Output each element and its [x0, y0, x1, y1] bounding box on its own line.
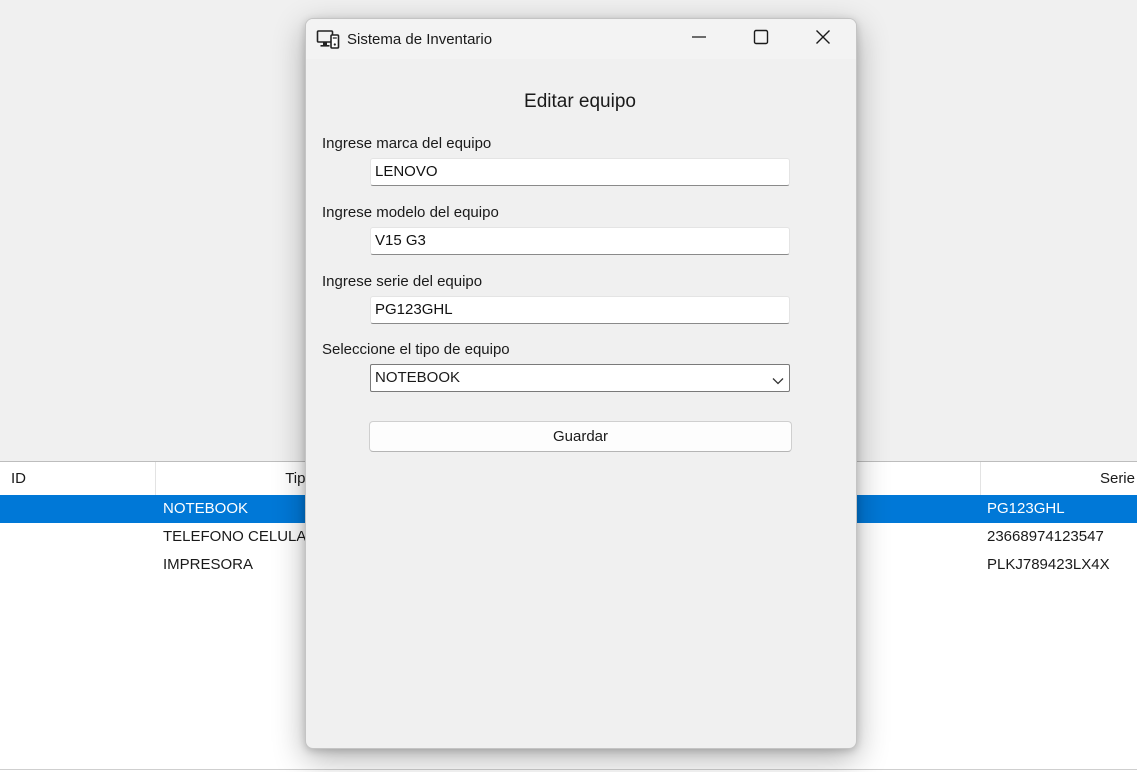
cell-serie: 23668974123547 — [987, 528, 1104, 545]
column-header-id[interactable]: ID — [0, 462, 156, 495]
minimize-button[interactable] — [668, 19, 730, 59]
type-select-value: NOTEBOOK — [375, 369, 461, 386]
cell-tipo: IMPRESORA — [163, 556, 254, 573]
save-button[interactable]: Guardar — [369, 421, 792, 452]
serial-label: Ingrese serie del equipo — [322, 273, 483, 290]
close-icon — [815, 29, 831, 49]
close-button[interactable] — [792, 19, 854, 59]
title-bar[interactable]: Sistema de Inventario — [306, 19, 856, 59]
cell-serie: PG123GHL — [987, 500, 1065, 517]
maximize-icon — [753, 29, 769, 49]
table-bottom-divider — [0, 769, 1137, 770]
type-label: Seleccione el tipo de equipo — [322, 341, 510, 358]
model-input[interactable]: V15 G3 — [370, 227, 790, 255]
model-label: Ingrese modelo del equipo — [322, 204, 499, 221]
cell-tipo: NOTEBOOK — [163, 500, 249, 517]
minimize-icon — [691, 29, 707, 49]
cell-serie: PLKJ789423LX4X — [987, 556, 1110, 573]
serial-input[interactable]: PG123GHL — [370, 296, 790, 324]
cell-tipo: TELEFONO CELULA — [163, 528, 307, 545]
brand-input[interactable]: LENOVO — [370, 158, 790, 186]
form-heading: Editar equipo — [524, 91, 636, 112]
computer-monitor-icon — [316, 29, 340, 51]
maximize-button[interactable] — [730, 19, 792, 59]
edit-equipment-window: Sistema de Inventario Editar equipo Ingr… — [305, 18, 857, 749]
brand-label: Ingrese marca del equipo — [322, 135, 492, 152]
chevron-down-icon — [771, 371, 785, 385]
window-title: Sistema de Inventario — [347, 31, 493, 48]
column-header-serie[interactable]: Serie — [981, 462, 1137, 495]
type-select[interactable]: NOTEBOOK — [370, 364, 790, 392]
